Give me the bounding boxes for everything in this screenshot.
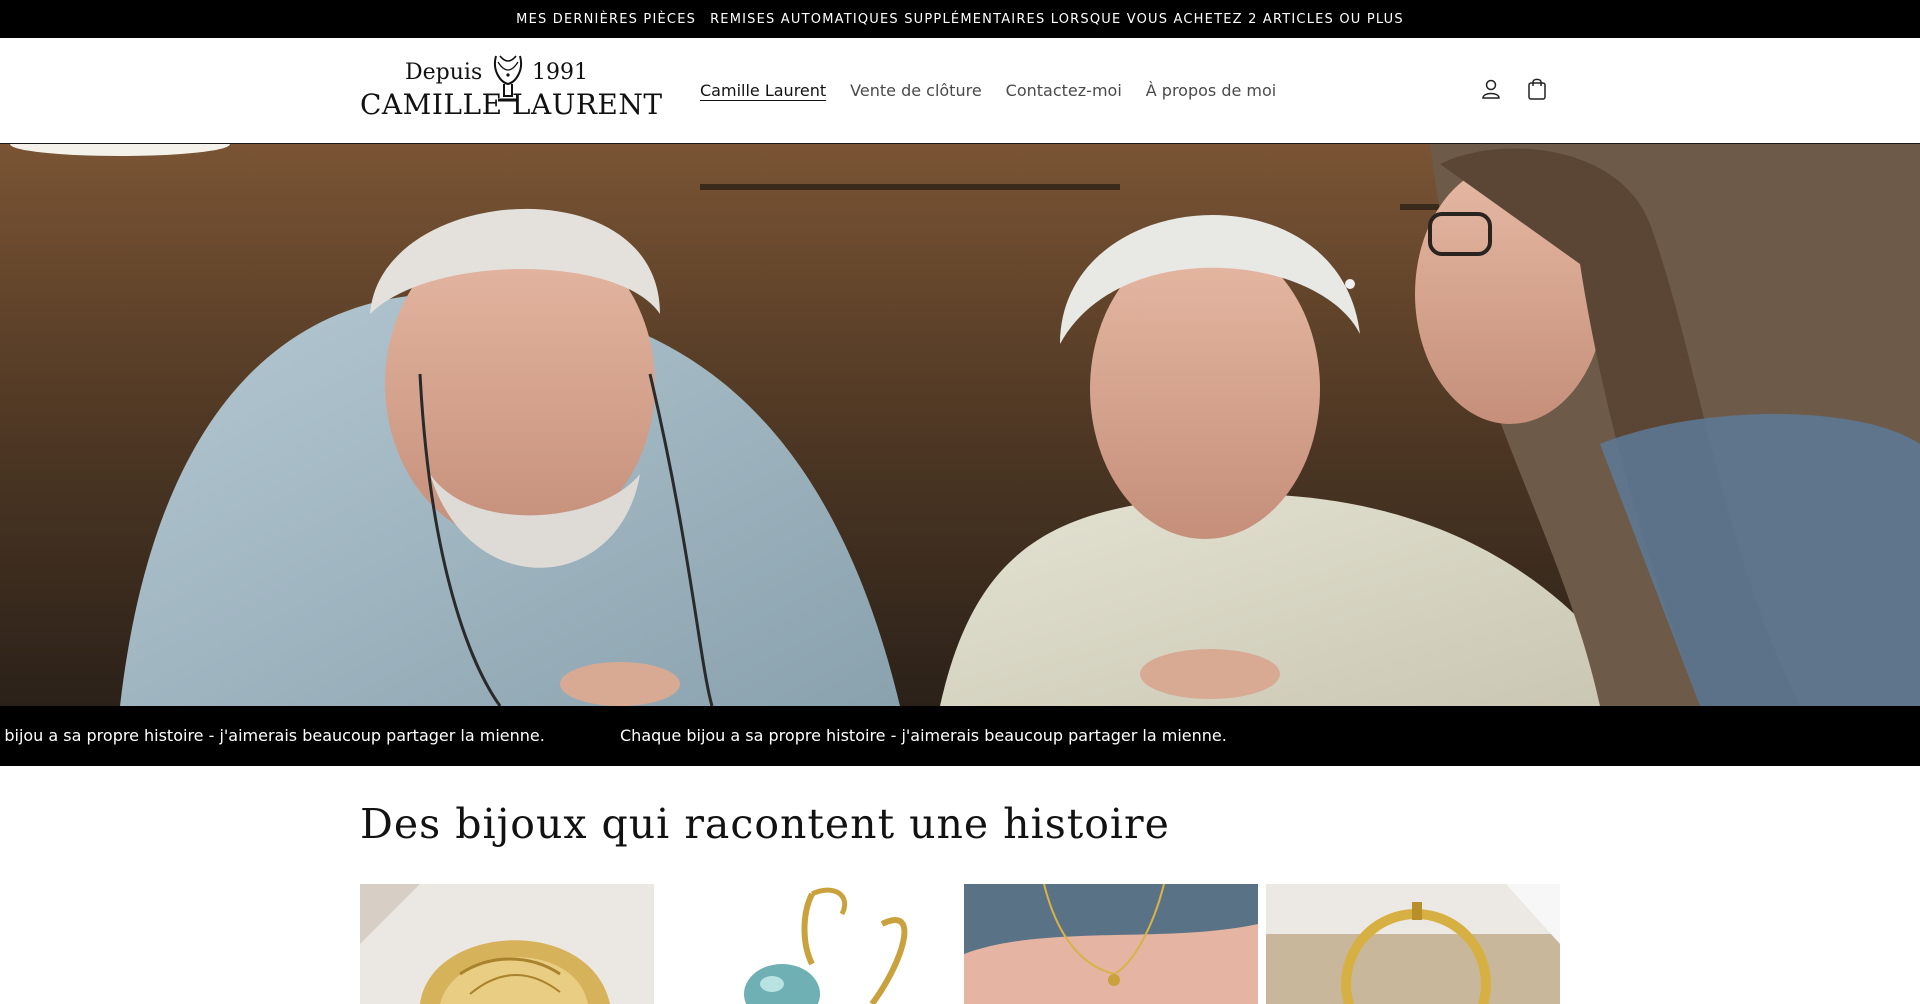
product-card-earring-blue[interactable]: [662, 884, 956, 1004]
gold-chain-necklace-image: [964, 884, 1258, 1004]
announcement-message: REMISES AUTOMATIQUES SUPPLÉMENTAIRES LOR…: [710, 11, 1404, 27]
scrolling-text-2: Chaque bijou a sa propre histoire - j'ai…: [620, 726, 1227, 745]
site-header: Depuis 1991 CAMILLE LAURENT Camille Laur…: [0, 38, 1920, 144]
product-card-necklace[interactable]: [964, 884, 1258, 1004]
workshop-photo: [0, 144, 1920, 706]
main-nav: Camille Laurent Vente de clôture Contact…: [700, 38, 1276, 142]
nav-item-vente-de-cloture[interactable]: Vente de clôture: [850, 81, 982, 100]
site-logo[interactable]: Depuis 1991 CAMILLE LAURENT: [360, 50, 663, 130]
logo-depuis: Depuis: [405, 60, 483, 85]
gold-hoop-earring-image: [1266, 884, 1560, 1004]
logo-name: CAMILLE LAURENT: [360, 88, 663, 121]
logo-year: 1991: [532, 60, 588, 85]
cart-icon[interactable]: [1524, 74, 1550, 104]
account-icon[interactable]: [1478, 74, 1504, 104]
gold-engraved-ring-image: [360, 884, 654, 1004]
announcement-bar: MES DERNIÈRES PIÈCES REMISES AUTOMATIQUE…: [0, 0, 1920, 38]
hero-image: [0, 144, 1920, 706]
announcement-link[interactable]: MES DERNIÈRES PIÈCES: [516, 12, 696, 27]
product-card-hoop[interactable]: [1266, 884, 1560, 1004]
nav-item-contactez-moi[interactable]: Contactez-moi: [1006, 81, 1122, 100]
gold-earring-blue-stone-image: [662, 884, 956, 1004]
collection-title: Des bijoux qui racontent une histoire: [360, 800, 1170, 848]
scrolling-text-1: Chaque bijou a sa propre histoire - j'ai…: [0, 726, 545, 745]
header-icons: [1478, 74, 1550, 104]
scrolling-text-bar: Chaque bijou a sa propre histoire - j'ai…: [0, 706, 1920, 766]
nav-item-camille-laurent[interactable]: Camille Laurent: [700, 81, 826, 100]
product-grid: [360, 884, 1560, 1004]
nav-item-a-propos[interactable]: À propos de moi: [1146, 81, 1276, 100]
product-card-ring[interactable]: [360, 884, 654, 1004]
